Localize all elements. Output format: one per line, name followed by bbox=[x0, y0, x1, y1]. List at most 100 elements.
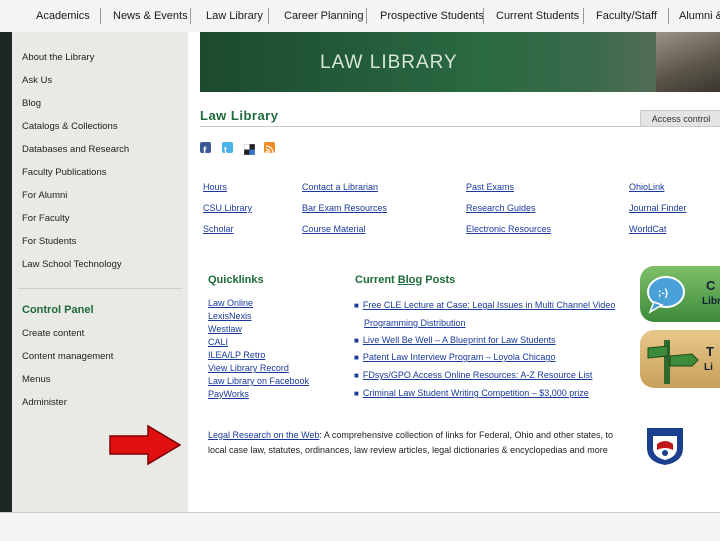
signpost-button-label: T bbox=[706, 344, 714, 359]
bullet-icon: ■ bbox=[354, 336, 359, 345]
quicklinks-title: Quicklinks bbox=[208, 274, 264, 286]
quicklink-item[interactable]: CALI bbox=[208, 337, 228, 347]
quicklink-item[interactable]: Westlaw bbox=[208, 324, 242, 334]
sidebar-item-about[interactable]: About the Library bbox=[22, 52, 94, 63]
nav-separator bbox=[668, 8, 669, 24]
control-panel-title: Control Panel bbox=[22, 304, 94, 316]
sidebar-item-catalogs[interactable]: Catalogs & Collections bbox=[22, 121, 118, 132]
tab-access-control[interactable]: Access control bbox=[640, 110, 720, 127]
blog-post[interactable]: ■ FDsys/GPO Access Online Resources: A-Z … bbox=[354, 370, 592, 380]
control-item-create-content[interactable]: Create content bbox=[22, 328, 84, 339]
blog-title-suffix: Posts bbox=[422, 274, 456, 286]
blog-section-title: Current Blog Posts bbox=[355, 274, 455, 286]
link-csu-library[interactable]: CSU Library bbox=[203, 203, 252, 213]
fdlp-logo-icon bbox=[647, 428, 683, 465]
nav-separator bbox=[190, 8, 191, 24]
nav-separator bbox=[483, 8, 484, 24]
control-item-administer[interactable]: Administer bbox=[22, 397, 67, 408]
legal-research-description: Legal Research on the Web: A comprehensi… bbox=[208, 428, 628, 458]
chat-button-label: C bbox=[706, 278, 716, 293]
legal-research-link[interactable]: Legal Research on the Web bbox=[208, 430, 319, 440]
nav-law-library[interactable]: Law Library bbox=[206, 10, 263, 22]
link-bar-exam-resources[interactable]: Bar Exam Resources bbox=[302, 203, 387, 213]
blog-post[interactable]: ■ Free CLE Lecture at Case: Legal Issues … bbox=[354, 300, 615, 310]
sidebar-item-law-school-technology[interactable]: Law School Technology bbox=[22, 259, 122, 270]
nav-alumni[interactable]: Alumni & bbox=[679, 10, 720, 22]
blog-post-title[interactable]: Programming Distribution bbox=[364, 318, 466, 328]
link-hours[interactable]: Hours bbox=[203, 182, 227, 192]
link-journal-finder[interactable]: Journal Finder bbox=[629, 203, 687, 213]
link-worldcat[interactable]: WorldCat bbox=[629, 224, 666, 234]
nav-separator bbox=[100, 8, 101, 24]
quicklink-item[interactable]: PayWorks bbox=[208, 389, 249, 399]
chat-button[interactable]: ;-) C Libr bbox=[640, 266, 720, 322]
control-item-content-management[interactable]: Content management bbox=[22, 351, 113, 362]
signpost-button-sublabel: Li bbox=[704, 362, 713, 373]
nav-current-students[interactable]: Current Students bbox=[496, 10, 579, 22]
nav-career-planning[interactable]: Career Planning bbox=[284, 10, 364, 22]
quicklink-item[interactable]: Law Library on Facebook bbox=[208, 376, 309, 386]
chat-button-sublabel: Libr bbox=[702, 296, 720, 307]
nav-academics[interactable]: Academics bbox=[36, 10, 90, 22]
blog-post[interactable]: ■ Patent Law Interview Program – Loyola C… bbox=[354, 352, 555, 362]
blog-post-title[interactable]: Free CLE Lecture at Case: Legal Issues i… bbox=[363, 300, 615, 310]
link-research-guides[interactable]: Research Guides bbox=[466, 203, 536, 213]
quicklink-item[interactable]: LexisNexis bbox=[208, 311, 252, 321]
blog-post[interactable]: ■ Live Well Be Well – A Blueprint for Law… bbox=[354, 335, 556, 345]
link-electronic-resources[interactable]: Electronic Resources bbox=[466, 224, 551, 234]
sidebar-item-blog[interactable]: Blog bbox=[22, 98, 41, 109]
blog-post-title[interactable]: Live Well Be Well – A Blueprint for Law … bbox=[363, 335, 556, 345]
rss-icon[interactable] bbox=[264, 142, 275, 154]
sidebar-item-for-students[interactable]: For Students bbox=[22, 236, 76, 247]
signpost-button[interactable]: T Li bbox=[640, 330, 720, 388]
nav-separator bbox=[366, 8, 367, 24]
blog-post-title[interactable]: Criminal Law Student Writing Competition… bbox=[363, 388, 589, 398]
blog-post-continued[interactable]: Programming Distribution bbox=[364, 318, 466, 328]
link-ohiolink[interactable]: OhioLink bbox=[629, 182, 665, 192]
sidebar-item-faculty-publications[interactable]: Faculty Publications bbox=[22, 167, 106, 178]
blog-post[interactable]: ■ Criminal Law Student Writing Competitio… bbox=[354, 388, 589, 398]
svg-text:f: f bbox=[203, 146, 207, 155]
sidebar-item-ask-us[interactable]: Ask Us bbox=[22, 75, 52, 86]
bullet-icon: ■ bbox=[354, 389, 359, 398]
law-library-banner: LAW LIBRARY bbox=[200, 32, 720, 92]
main-content: LAW LIBRARY Law Library Access control f… bbox=[188, 32, 720, 512]
red-arrow-icon bbox=[109, 424, 182, 466]
twitter-icon[interactable]: t bbox=[222, 142, 233, 155]
left-background-strip bbox=[0, 32, 12, 540]
sidebar-item-for-alumni[interactable]: For Alumni bbox=[22, 190, 67, 201]
link-scholar[interactable]: Scholar bbox=[203, 224, 234, 234]
quicklink-item[interactable]: Law Online bbox=[208, 298, 253, 308]
banner-title: LAW LIBRARY bbox=[320, 52, 458, 73]
title-divider bbox=[200, 126, 720, 127]
nav-faculty-staff[interactable]: Faculty/Staff bbox=[596, 10, 657, 22]
page-title: Law Library bbox=[200, 108, 279, 123]
blog-title-prefix: Current bbox=[355, 274, 398, 286]
blog-post-title[interactable]: FDsys/GPO Access Online Resources: A-Z R… bbox=[363, 370, 593, 380]
quicklink-item[interactable]: ILEA/LP Retro bbox=[208, 350, 265, 360]
banner-photo bbox=[656, 32, 720, 92]
nav-separator bbox=[583, 8, 584, 24]
nav-prospective-students[interactable]: Prospective Students bbox=[380, 10, 484, 22]
bullet-icon: ■ bbox=[354, 371, 359, 380]
sidebar-divider bbox=[18, 288, 182, 289]
quicklink-item[interactable]: View Library Record bbox=[208, 363, 289, 373]
nav-separator bbox=[268, 8, 269, 24]
link-course-material[interactable]: Course Material bbox=[302, 224, 366, 234]
link-past-exams[interactable]: Past Exams bbox=[466, 182, 514, 192]
bullet-icon: ■ bbox=[354, 301, 359, 310]
control-item-menus[interactable]: Menus bbox=[22, 374, 51, 385]
facebook-icon[interactable]: f bbox=[200, 142, 211, 157]
sidebar-item-databases[interactable]: Databases and Research bbox=[22, 144, 129, 155]
link-contact-librarian[interactable]: Contact a Librarian bbox=[302, 182, 378, 192]
blog-title-link[interactable]: Blog bbox=[398, 274, 422, 286]
svg-text:t: t bbox=[224, 145, 227, 155]
top-navigation: Academics News & Events Law Library Care… bbox=[0, 0, 720, 33]
bottom-bar bbox=[0, 512, 720, 541]
delicious-icon[interactable] bbox=[243, 142, 256, 156]
bullet-icon: ■ bbox=[354, 353, 359, 362]
nav-news-events[interactable]: News & Events bbox=[113, 10, 188, 22]
blog-post-title[interactable]: Patent Law Interview Program – Loyola Ch… bbox=[363, 352, 556, 362]
svg-text:;-): ;-) bbox=[658, 288, 668, 299]
sidebar-item-for-faculty[interactable]: For Faculty bbox=[22, 213, 70, 224]
